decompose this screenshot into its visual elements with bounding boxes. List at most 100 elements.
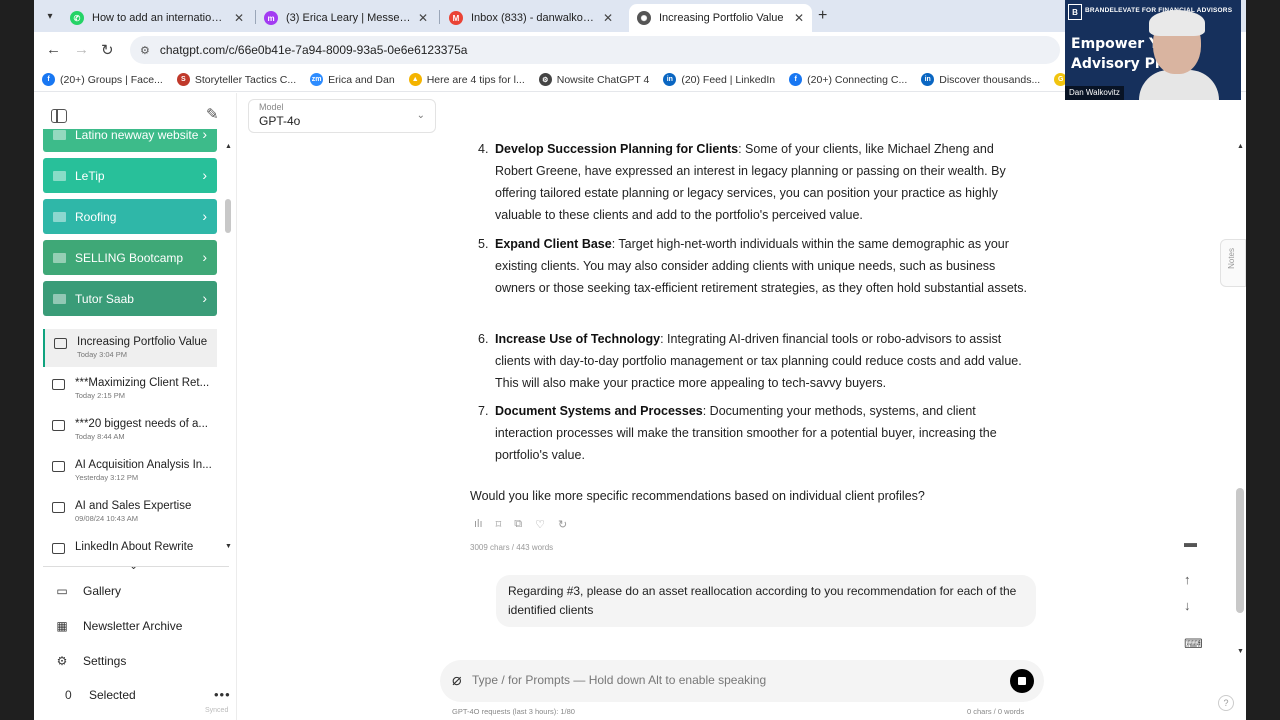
site-info-icon[interactable]: ⚙ xyxy=(140,44,150,57)
tab-chatgpt[interactable]: ✺ Increasing Portfolio Value ✕ xyxy=(629,4,812,32)
more-options-icon[interactable]: ••• xyxy=(214,687,231,702)
folder-item[interactable]: LeTip › xyxy=(43,158,217,193)
chevron-right-icon: › xyxy=(202,129,207,142)
folder-icon xyxy=(53,129,66,140)
address-bar[interactable]: ⚙ chatgpt.com/c/66e0b41e-7a94-8009-93a5-… xyxy=(130,36,1060,64)
bookmark-item[interactable]: ▲ Here are 4 tips for l... xyxy=(408,73,525,86)
chat-title: AI Acquisition Analysis In... xyxy=(75,459,212,471)
bookmark-icon: S xyxy=(176,73,190,86)
read-aloud-icon[interactable]: ılı xyxy=(474,518,483,531)
forward-icon[interactable]: → xyxy=(74,41,89,58)
bookmark-item[interactable]: f (20+) Groups | Face... xyxy=(42,73,163,86)
regenerate-icon[interactable]: ↻ xyxy=(558,518,567,531)
tab-gmail[interactable]: M Inbox (833) - danwalkovitz@gm ✕ xyxy=(441,4,621,32)
sidebar-item-settings[interactable]: ⚙ Settings xyxy=(43,647,127,675)
folder-item[interactable]: Tutor Saab › xyxy=(43,281,217,316)
tab-title: Increasing Portfolio Value xyxy=(659,12,784,24)
scroll-down-arrow-icon[interactable]: ▼ xyxy=(225,543,232,550)
close-tab-icon[interactable]: ✕ xyxy=(234,11,244,25)
bookmark-icon: ▲ xyxy=(408,73,422,86)
chat-title: Increasing Portfolio Value xyxy=(77,336,208,348)
chat-history-item[interactable]: ***Maximizing Client Ret... Today 2:15 PM xyxy=(43,370,217,408)
presenter-name: Dan Walkovitz xyxy=(1065,86,1124,100)
bookmark-label: (20) Feed | LinkedIn xyxy=(681,73,776,86)
bookmark-icon: f xyxy=(42,73,55,86)
item-heading: Document Systems and Processes xyxy=(495,404,703,418)
scroll-up-arrow-icon[interactable]: ▲ xyxy=(1237,143,1244,150)
close-tab-icon[interactable]: ✕ xyxy=(418,11,428,25)
gear-icon: ⚙ xyxy=(56,654,68,668)
close-tab-icon[interactable]: ✕ xyxy=(794,11,804,25)
sidebar-item-label: Settings xyxy=(83,654,127,668)
tab-search-icon[interactable]: ▾ xyxy=(40,6,60,26)
message-stats: 3009 chars / 443 words xyxy=(470,543,554,552)
folder-item[interactable]: SELLING Bootcamp › xyxy=(43,240,217,275)
folder-item[interactable]: Latino newway website › xyxy=(43,129,217,152)
sidebar-item-label: Newsletter Archive xyxy=(83,619,183,633)
chat-bubble-icon xyxy=(52,379,65,390)
help-icon[interactable]: ? xyxy=(1218,695,1234,711)
chat-title: LinkedIn About Rewrite xyxy=(75,541,194,553)
chat-history-item[interactable]: AI and Sales Expertise 09/08/24 10:43 AM xyxy=(43,493,217,531)
bookmark-item[interactable]: S Storyteller Tactics C... xyxy=(176,73,296,86)
attach-icon[interactable]: ⌀ xyxy=(452,670,462,690)
user-message: Regarding #3, please do an asset realloc… xyxy=(496,575,1036,627)
new-chat-icon[interactable]: ✎ xyxy=(206,105,219,123)
bookmark-item[interactable]: f (20+) Connecting C... xyxy=(789,73,907,86)
word-counter: 0 chars / 0 words xyxy=(967,707,1025,716)
bookmark-item[interactable]: in Discover thousands... xyxy=(921,73,1040,86)
scroll-top-icon[interactable]: ↑ xyxy=(1184,572,1191,587)
prompt-composer[interactable]: ⌀ Type / for Prompts — Hold down Alt to … xyxy=(440,660,1044,702)
gallery-icon: ▭ xyxy=(56,584,68,598)
tab-whatsapp[interactable]: ✆ How to add an international ph ✕ xyxy=(62,4,252,32)
keyboard-icon[interactable]: ⌨ xyxy=(1184,636,1203,652)
chat-history-item[interactable]: AI Acquisition Analysis In... Yesterday 3… xyxy=(43,452,217,490)
copy-icon[interactable]: ⧉ xyxy=(514,518,522,531)
sidebar-item-newsletter[interactable]: ▦ Newsletter Archive xyxy=(43,612,182,640)
sidebar-item-label: Gallery xyxy=(83,584,122,598)
chat-bubble-icon xyxy=(52,502,65,513)
new-tab-button[interactable]: + xyxy=(818,7,827,25)
main-panel: Model GPT-4o ⌄ 4. Develop Succession Pla… xyxy=(238,93,1246,720)
sidebar-item-gallery[interactable]: ▭ Gallery xyxy=(43,577,121,605)
model-selector[interactable]: Model GPT-4o ⌄ xyxy=(248,99,436,133)
sidebar-toggle-icon[interactable] xyxy=(51,109,67,123)
folder-label: SELLING Bootcamp xyxy=(75,250,184,265)
gmail-icon: M xyxy=(449,11,463,25)
list-number: 5. xyxy=(478,237,489,251)
bookmark-icon[interactable]: ⌑ xyxy=(496,518,502,531)
folder-item[interactable]: Roofing › xyxy=(43,199,217,234)
chat-date: Today 2:15 PM xyxy=(75,391,126,400)
chevron-right-icon: › xyxy=(202,208,207,224)
stop-button[interactable] xyxy=(1010,669,1034,693)
page-scroll-thumb[interactable] xyxy=(1236,488,1244,613)
chat-history-item[interactable]: Increasing Portfolio Value Today 3:04 PM xyxy=(43,329,217,367)
selected-count: 0 xyxy=(65,688,72,702)
bookmark-icon: ⚙ xyxy=(538,73,552,86)
close-tab-icon[interactable]: ✕ xyxy=(603,11,613,25)
back-icon[interactable]: ← xyxy=(46,41,61,58)
presenter-video xyxy=(1139,10,1219,100)
prompt-input[interactable]: Type / for Prompts — Hold down Alt to en… xyxy=(472,673,766,687)
folder-icon[interactable]: ▬ xyxy=(1184,535,1197,550)
bookmark-item[interactable]: zm Erica and Dan xyxy=(310,73,395,86)
sidebar-scroll-thumb[interactable] xyxy=(225,199,231,233)
chevron-right-icon: › xyxy=(202,167,207,183)
bookmark-item[interactable]: ⚙ Nowsite ChatGPT 4 xyxy=(538,73,649,86)
thumbs-down-icon[interactable]: ♡ xyxy=(535,518,545,531)
item-heading: Expand Client Base xyxy=(495,237,612,251)
tab-messenger[interactable]: m (3) Erica Leary | Messenger ✕ xyxy=(256,4,436,32)
chat-date: 09/08/24 10:43 AM xyxy=(75,514,138,523)
scroll-up-arrow-icon[interactable]: ▲ xyxy=(225,143,232,150)
chat-bubble-icon xyxy=(54,338,67,349)
chat-history-item[interactable]: ***20 biggest needs of a... Today 8:44 AM xyxy=(43,411,217,449)
selected-counter: 0 Selected xyxy=(43,681,136,709)
tab-title: Inbox (833) - danwalkovitz@gm xyxy=(471,12,597,24)
reload-icon[interactable]: ↻ xyxy=(101,41,114,59)
scroll-bottom-icon[interactable]: ↓ xyxy=(1184,598,1191,613)
folder-icon xyxy=(53,170,66,181)
bookmark-item[interactable]: in (20) Feed | LinkedIn xyxy=(663,73,775,86)
list-number: 4. xyxy=(478,142,489,156)
folder-icon xyxy=(53,293,66,304)
scroll-down-arrow-icon[interactable]: ▼ xyxy=(1237,648,1244,655)
